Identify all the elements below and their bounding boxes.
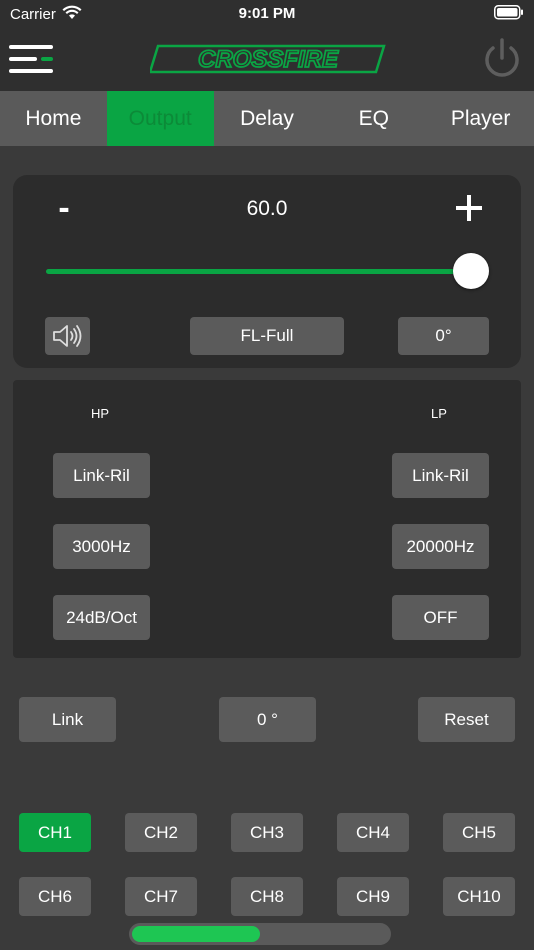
volume-value: 60.0 bbox=[246, 197, 288, 220]
speaker-icon bbox=[52, 325, 81, 347]
channel-button-ch9[interactable]: CH9 bbox=[337, 877, 409, 916]
phase-degree-button[interactable]: 0 ° bbox=[219, 697, 316, 742]
channel-button-ch8[interactable]: CH8 bbox=[231, 877, 303, 916]
channel-button-ch10[interactable]: CH10 bbox=[443, 877, 515, 916]
lp-slope-button[interactable]: OFF bbox=[392, 595, 489, 640]
lp-type-button[interactable]: Link-Ril bbox=[392, 453, 489, 498]
channel-button-ch7[interactable]: CH7 bbox=[125, 877, 197, 916]
mute-button[interactable] bbox=[45, 317, 90, 355]
tab-output[interactable]: Output bbox=[106, 91, 214, 146]
main-tabs: Home Output Delay EQ Player bbox=[0, 91, 534, 146]
phase-button[interactable]: 0° bbox=[398, 317, 489, 355]
tab-delay[interactable]: Delay bbox=[214, 91, 321, 146]
link-button[interactable]: Link bbox=[19, 697, 116, 742]
volume-minus-button[interactable]: - bbox=[52, 191, 76, 225]
crossfire-logo: CROSSFIRE bbox=[148, 44, 386, 74]
tab-home[interactable]: Home bbox=[0, 91, 107, 146]
hp-label: HP bbox=[91, 406, 110, 421]
battery-icon bbox=[494, 5, 524, 24]
status-time: 9:01 PM bbox=[238, 5, 296, 22]
volume-plus-button[interactable] bbox=[452, 191, 486, 225]
app-header: CROSSFIRE bbox=[0, 30, 534, 91]
channel-button-ch4[interactable]: CH4 bbox=[337, 813, 409, 852]
menu-button[interactable] bbox=[9, 42, 55, 76]
channel-name-button[interactable]: FL-Full bbox=[190, 317, 344, 355]
volume-slider[interactable] bbox=[46, 269, 472, 274]
hp-slope-button[interactable]: 24dB/Oct bbox=[53, 595, 150, 640]
channel-button-ch6[interactable]: CH6 bbox=[19, 877, 91, 916]
logo-text: CROSSFIRE bbox=[198, 46, 339, 73]
volume-slider-thumb[interactable] bbox=[453, 253, 489, 289]
hp-frequency-button[interactable]: 3000Hz bbox=[53, 524, 150, 569]
page-scroll-indicator[interactable] bbox=[129, 923, 391, 945]
tab-eq[interactable]: EQ bbox=[320, 91, 427, 146]
hp-type-button[interactable]: Link-Ril bbox=[53, 453, 150, 498]
tab-player[interactable]: Player bbox=[427, 91, 534, 146]
menu-bar-middle bbox=[9, 57, 37, 61]
reset-button[interactable]: Reset bbox=[418, 697, 515, 742]
page-scroll-indicator-fill bbox=[132, 926, 260, 942]
menu-bar-bottom bbox=[9, 69, 53, 73]
menu-bar-accent bbox=[41, 57, 53, 61]
power-button[interactable] bbox=[482, 38, 522, 80]
lp-label: LP bbox=[431, 406, 447, 421]
channel-button-ch1[interactable]: CH1 bbox=[19, 813, 91, 852]
lp-frequency-button[interactable]: 20000Hz bbox=[392, 524, 489, 569]
channel-button-ch3[interactable]: CH3 bbox=[231, 813, 303, 852]
power-icon bbox=[485, 38, 519, 77]
plus-icon bbox=[456, 195, 482, 221]
status-bar: Carrier 9:01 PM bbox=[0, 0, 534, 30]
menu-bar-top bbox=[9, 45, 53, 49]
channel-button-ch2[interactable]: CH2 bbox=[125, 813, 197, 852]
channel-button-ch5[interactable]: CH5 bbox=[443, 813, 515, 852]
